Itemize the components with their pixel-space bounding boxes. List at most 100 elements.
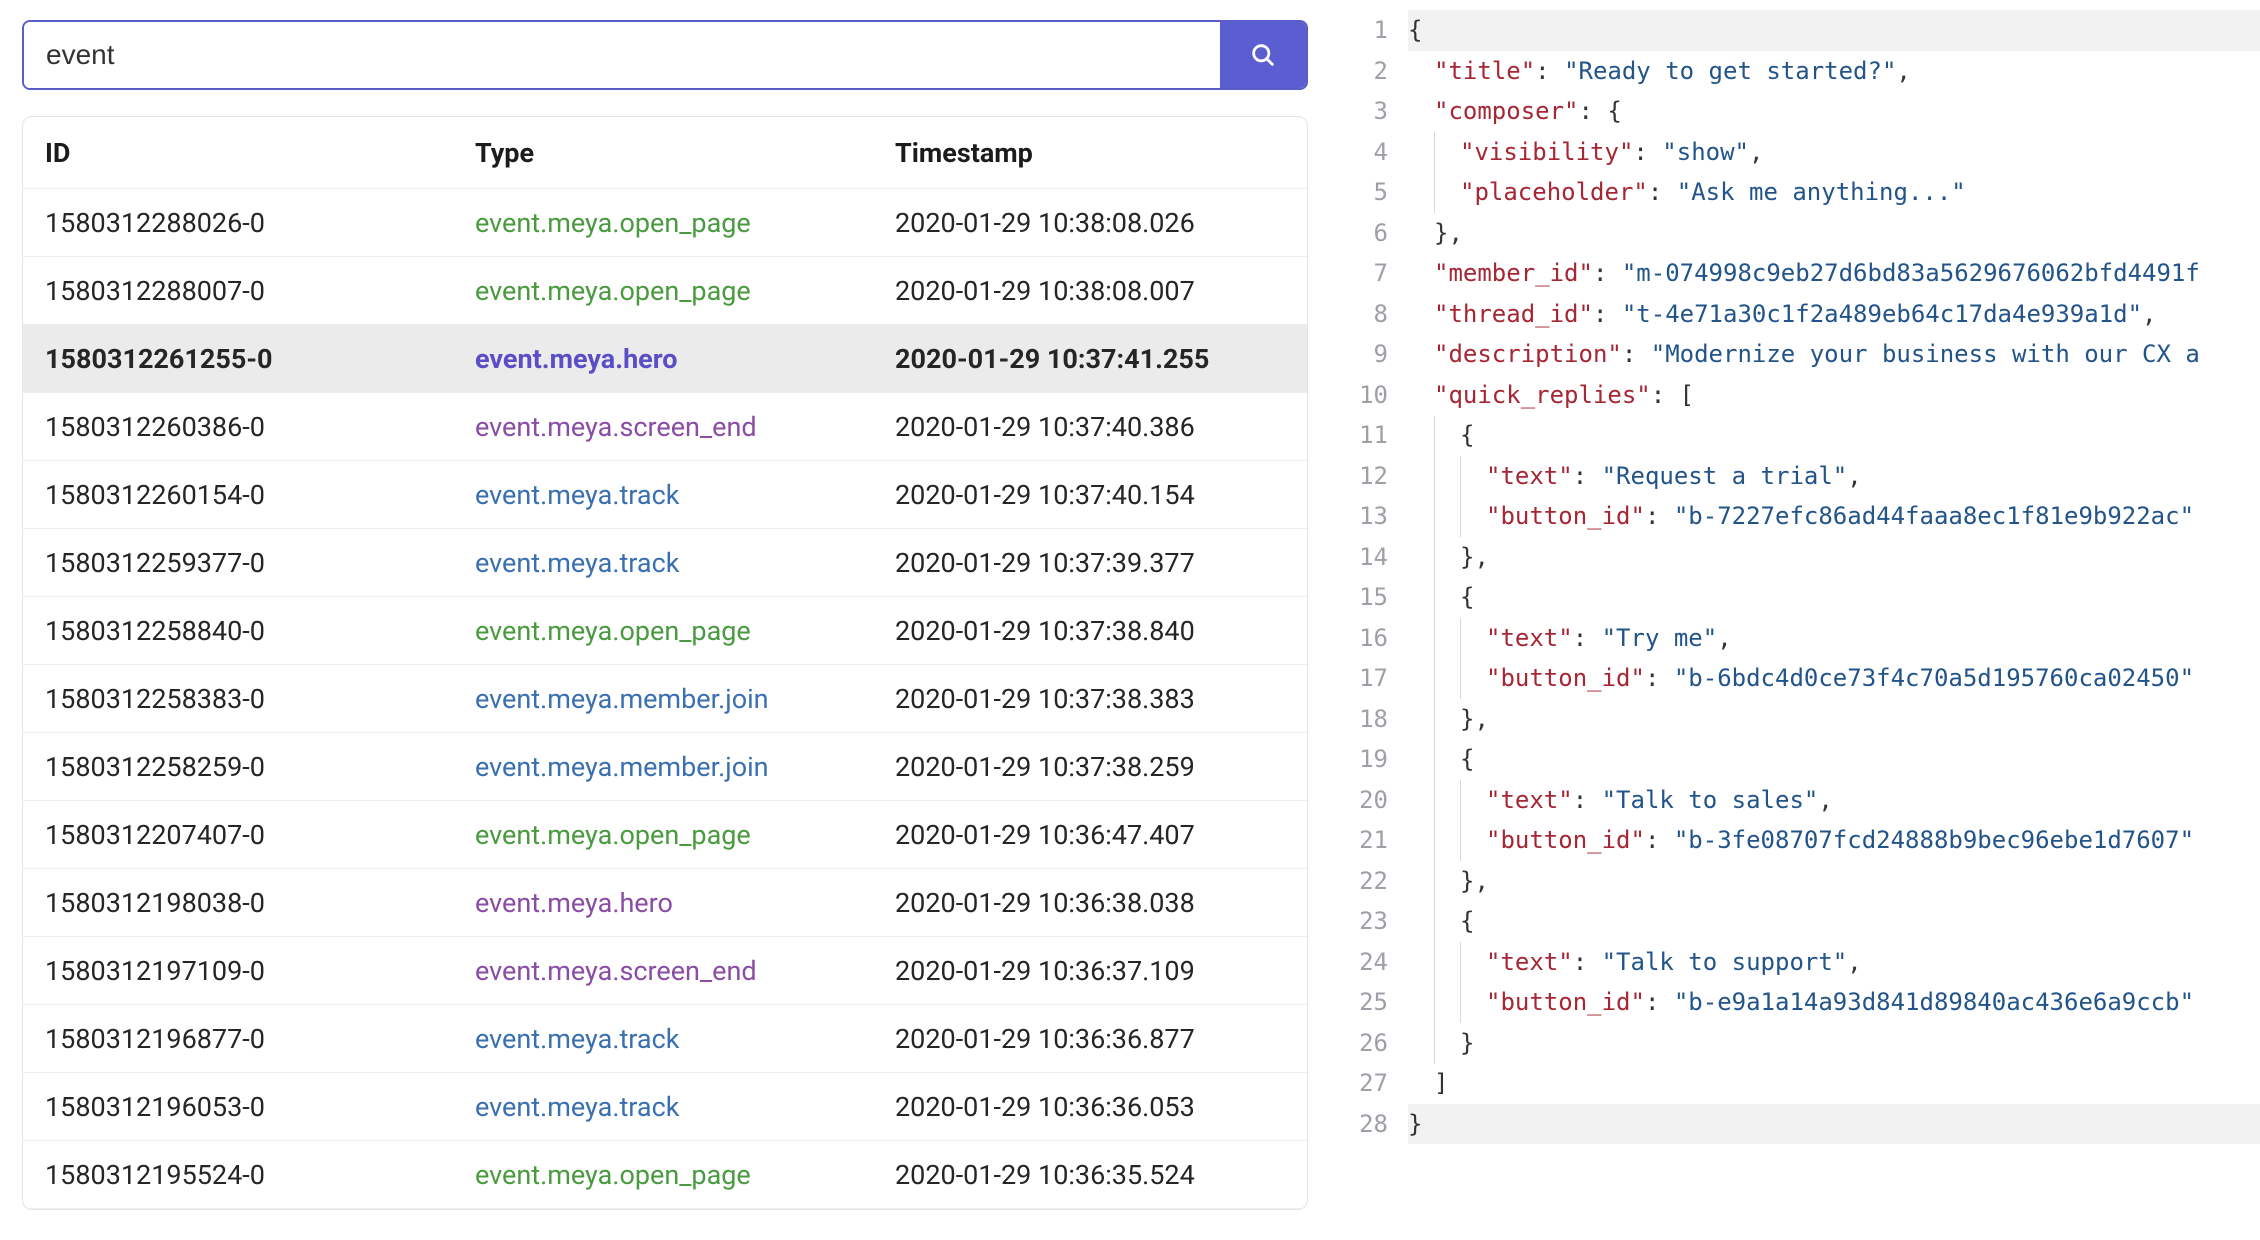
cell-timestamp: 2020-01-29 10:36:35.524 — [895, 1159, 1285, 1191]
table-row[interactable]: 1580312258383-0event.meya.member.join202… — [23, 665, 1307, 733]
cell-type: event.meya.screen_end — [475, 955, 895, 987]
code-line: }, — [1408, 861, 2260, 902]
table-row[interactable]: 1580312260386-0event.meya.screen_end2020… — [23, 393, 1307, 461]
line-number: 15 — [1330, 577, 1388, 618]
table-header-row: ID Type Timestamp — [23, 117, 1307, 189]
line-number: 21 — [1330, 820, 1388, 861]
code-line: "composer": { — [1408, 91, 2260, 132]
cell-type: event.meya.track — [475, 547, 895, 579]
line-number: 2 — [1330, 51, 1388, 92]
cell-timestamp: 2020-01-29 10:36:36.877 — [895, 1023, 1285, 1055]
line-number: 4 — [1330, 132, 1388, 173]
code-area[interactable]: {"title": "Ready to get started?","compo… — [1408, 10, 2260, 1240]
code-line: "thread_id": "t-4e71a30c1f2a489eb64c17da… — [1408, 294, 2260, 335]
table-row[interactable]: 1580312261255-0event.meya.hero2020-01-29… — [23, 325, 1307, 393]
code-line: }, — [1408, 213, 2260, 254]
col-header-id: ID — [45, 137, 475, 169]
table-row[interactable]: 1580312260154-0event.meya.track2020-01-2… — [23, 461, 1307, 529]
cell-id: 1580312207407-0 — [45, 819, 475, 851]
table-row[interactable]: 1580312288007-0event.meya.open_page2020-… — [23, 257, 1307, 325]
cell-timestamp: 2020-01-29 10:36:47.407 — [895, 819, 1285, 851]
cell-id: 1580312258840-0 — [45, 615, 475, 647]
cell-type: event.meya.member.join — [475, 683, 895, 715]
cell-type: event.meya.open_page — [475, 615, 895, 647]
code-line: { — [1408, 10, 2260, 51]
cell-type: event.meya.hero — [475, 343, 895, 375]
line-number: 24 — [1330, 942, 1388, 983]
cell-timestamp: 2020-01-29 10:37:40.154 — [895, 479, 1285, 511]
cell-id: 1580312258259-0 — [45, 751, 475, 783]
cell-timestamp: 2020-01-29 10:37:38.259 — [895, 751, 1285, 783]
code-line: { — [1408, 739, 2260, 780]
table-row[interactable]: 1580312207407-0event.meya.open_page2020-… — [23, 801, 1307, 869]
cell-type: event.meya.track — [475, 1023, 895, 1055]
table-row[interactable]: 1580312196877-0event.meya.track2020-01-2… — [23, 1005, 1307, 1073]
line-number: 1 — [1330, 10, 1388, 51]
line-number: 11 — [1330, 415, 1388, 456]
cell-id: 1580312261255-0 — [45, 343, 475, 375]
line-number: 6 — [1330, 213, 1388, 254]
search-button[interactable] — [1220, 22, 1306, 88]
cell-type: event.meya.member.join — [475, 751, 895, 783]
code-line: ] — [1408, 1063, 2260, 1104]
left-panel: ID Type Timestamp 1580312288026-0event.m… — [0, 0, 1330, 1240]
cell-id: 1580312288007-0 — [45, 275, 475, 307]
cell-timestamp: 2020-01-29 10:37:38.383 — [895, 683, 1285, 715]
cell-timestamp: 2020-01-29 10:38:08.007 — [895, 275, 1285, 307]
line-number: 3 — [1330, 91, 1388, 132]
line-number: 27 — [1330, 1063, 1388, 1104]
code-line: { — [1408, 901, 2260, 942]
col-header-timestamp: Timestamp — [895, 137, 1285, 169]
line-number: 18 — [1330, 699, 1388, 740]
cell-id: 1580312195524-0 — [45, 1159, 475, 1191]
cell-type: event.meya.open_page — [475, 275, 895, 307]
cell-timestamp: 2020-01-29 10:36:38.038 — [895, 887, 1285, 919]
cell-id: 1580312260386-0 — [45, 411, 475, 443]
line-number: 22 — [1330, 861, 1388, 902]
cell-timestamp: 2020-01-29 10:37:41.255 — [895, 343, 1285, 375]
code-line: "member_id": "m-074998c9eb27d6bd83a56296… — [1408, 253, 2260, 294]
line-number: 13 — [1330, 496, 1388, 537]
line-number: 8 — [1330, 294, 1388, 335]
table-row[interactable]: 1580312259377-0event.meya.track2020-01-2… — [23, 529, 1307, 597]
col-header-type: Type — [475, 137, 895, 169]
code-line: { — [1408, 415, 2260, 456]
line-number: 20 — [1330, 780, 1388, 821]
table-row[interactable]: 1580312197109-0event.meya.screen_end2020… — [23, 937, 1307, 1005]
code-line: }, — [1408, 699, 2260, 740]
line-number: 10 — [1330, 375, 1388, 416]
table-row[interactable]: 1580312196053-0event.meya.track2020-01-2… — [23, 1073, 1307, 1141]
cell-type: event.meya.hero — [475, 887, 895, 919]
line-number: 12 — [1330, 456, 1388, 497]
cell-timestamp: 2020-01-29 10:36:37.109 — [895, 955, 1285, 987]
cell-type: event.meya.track — [475, 479, 895, 511]
line-number: 25 — [1330, 982, 1388, 1023]
events-table: ID Type Timestamp 1580312288026-0event.m… — [22, 116, 1308, 1210]
cell-id: 1580312198038-0 — [45, 887, 475, 919]
cell-type: event.meya.open_page — [475, 1159, 895, 1191]
table-row[interactable]: 1580312258259-0event.meya.member.join202… — [23, 733, 1307, 801]
cell-type: event.meya.open_page — [475, 207, 895, 239]
cell-id: 1580312196877-0 — [45, 1023, 475, 1055]
code-line: "text": "Request a trial", — [1408, 456, 2260, 497]
cell-type: event.meya.open_page — [475, 819, 895, 851]
cell-type: event.meya.screen_end — [475, 411, 895, 443]
table-row[interactable]: 1580312198038-0event.meya.hero2020-01-29… — [23, 869, 1307, 937]
line-number: 14 — [1330, 537, 1388, 578]
search-input[interactable] — [24, 22, 1220, 88]
search-row — [22, 20, 1308, 90]
table-row[interactable]: 1580312195524-0event.meya.open_page2020-… — [23, 1141, 1307, 1209]
code-line: } — [1408, 1023, 2260, 1064]
table-row[interactable]: 1580312258840-0event.meya.open_page2020-… — [23, 597, 1307, 665]
table-row[interactable]: 1580312288026-0event.meya.open_page2020-… — [23, 189, 1307, 257]
cell-id: 1580312258383-0 — [45, 683, 475, 715]
line-gutter: 1234567891011121314151617181920212223242… — [1330, 10, 1408, 1240]
line-number: 9 — [1330, 334, 1388, 375]
cell-timestamp: 2020-01-29 10:38:08.026 — [895, 207, 1285, 239]
code-line: "button_id": "b-e9a1a14a93d841d89840ac43… — [1408, 982, 2260, 1023]
code-line: "placeholder": "Ask me anything..." — [1408, 172, 2260, 213]
code-line: "button_id": "b-6bdc4d0ce73f4c70a5d19576… — [1408, 658, 2260, 699]
line-number: 7 — [1330, 253, 1388, 294]
cell-timestamp: 2020-01-29 10:36:36.053 — [895, 1091, 1285, 1123]
line-number: 28 — [1330, 1104, 1388, 1145]
